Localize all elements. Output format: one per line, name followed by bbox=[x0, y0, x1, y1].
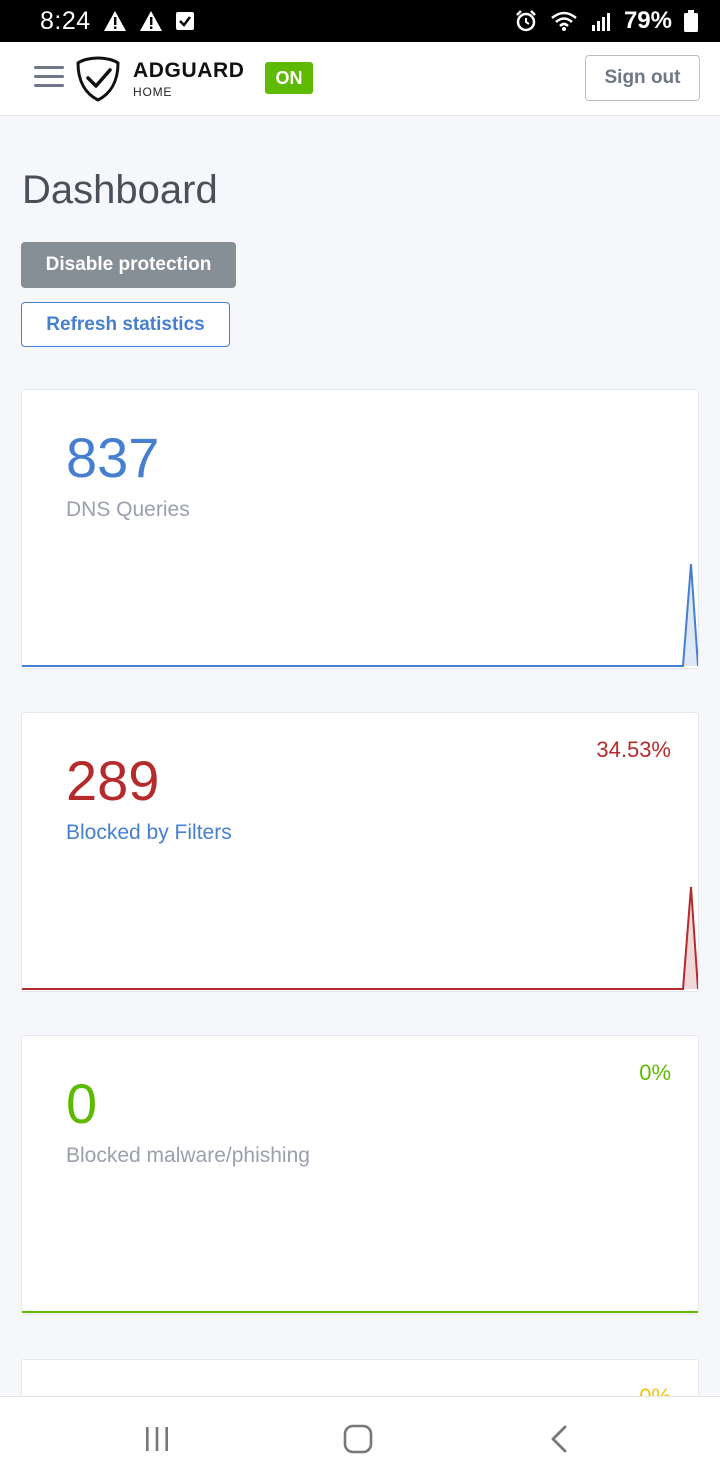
dns-queries-count: 837 bbox=[66, 426, 160, 489]
status-bar: 8:24 79% bbox=[0, 0, 720, 42]
app-header: ADGUARD HOME ON Sign out bbox=[0, 42, 720, 116]
alarm-icon bbox=[514, 9, 538, 33]
home-icon[interactable] bbox=[328, 1419, 388, 1459]
battery-percent: 79% bbox=[623, 7, 672, 34]
brand-logo: ADGUARD HOME bbox=[133, 59, 245, 100]
dns-queries-sparkline bbox=[22, 563, 698, 667]
sign-out-button[interactable]: Sign out bbox=[585, 55, 700, 101]
adguard-shield-icon bbox=[76, 56, 120, 107]
blocked-malware-sparkline bbox=[22, 1311, 698, 1313]
sparkline-line bbox=[22, 563, 698, 667]
stat-card-dns-queries: 837 DNS Queries bbox=[21, 389, 699, 669]
status-time: 8:24 bbox=[40, 6, 91, 35]
checkbox-icon bbox=[175, 10, 195, 32]
warning-icon bbox=[103, 10, 127, 32]
stat-card-blocked-malware: 0 Blocked malware/phishing 0% bbox=[21, 1035, 699, 1315]
dns-queries-label: DNS Queries bbox=[66, 498, 190, 521]
android-navigation-bar bbox=[0, 1396, 720, 1480]
signal-icon bbox=[590, 10, 612, 32]
brand-name: ADGUARD bbox=[133, 59, 245, 82]
blocked-filters-percent: 34.53% bbox=[596, 737, 671, 762]
recent-apps-icon[interactable] bbox=[127, 1419, 187, 1459]
sparkline-line bbox=[22, 886, 698, 990]
refresh-statistics-button[interactable]: Refresh statistics bbox=[21, 302, 230, 347]
brand-subtitle: HOME bbox=[133, 85, 173, 99]
menu-icon[interactable] bbox=[34, 66, 64, 90]
battery-icon bbox=[684, 10, 698, 32]
blocked-malware-count: 0 bbox=[66, 1072, 98, 1135]
disable-protection-button[interactable]: Disable protection bbox=[21, 242, 236, 288]
warning-icon bbox=[139, 10, 163, 32]
back-icon[interactable] bbox=[530, 1419, 590, 1459]
stat-card-blocked-filters: 289 Blocked by Filters 34.53% bbox=[21, 712, 699, 992]
blocked-filters-count: 289 bbox=[66, 749, 160, 812]
blocked-filters-label: Blocked by Filters bbox=[66, 821, 232, 844]
blocked-malware-label: Blocked malware/phishing bbox=[66, 1144, 310, 1167]
blocked-filters-sparkline bbox=[22, 886, 698, 990]
blocked-malware-percent: 0% bbox=[639, 1060, 671, 1085]
page-title: Dashboard bbox=[22, 168, 218, 212]
protection-status-badge: ON bbox=[265, 62, 313, 94]
wifi-icon bbox=[550, 10, 578, 32]
